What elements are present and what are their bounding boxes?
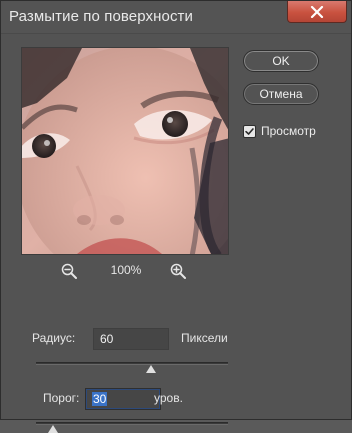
preview-pane[interactable] — [21, 47, 229, 255]
threshold-value: 30 — [92, 392, 108, 406]
titlebar: Размытие по поверхности — [1, 1, 351, 34]
preview-face-image — [22, 48, 228, 254]
preview-label: Просмотр — [261, 124, 316, 138]
close-button[interactable] — [287, 1, 347, 23]
radius-label: Радиус: — [32, 331, 76, 345]
zoom-out-icon[interactable] — [61, 263, 77, 279]
radius-slider[interactable] — [36, 359, 228, 373]
preview-checkbox[interactable]: Просмотр — [243, 123, 343, 141]
threshold-input[interactable]: 30 — [85, 388, 161, 410]
ok-button[interactable]: OK — [243, 50, 319, 72]
slider-track — [36, 422, 228, 425]
radius-input[interactable]: 60 — [93, 328, 169, 350]
radius-value: 60 — [100, 332, 114, 346]
slider-track — [36, 362, 228, 365]
slider-thumb[interactable] — [48, 425, 59, 433]
check-icon — [245, 128, 254, 135]
zoom-in-icon[interactable] — [170, 263, 186, 279]
surface-blur-dialog: Размытие по поверхности 100% OK Отмена П… — [0, 0, 352, 433]
dialog-content: 100% OK Отмена Просмотр Радиус: 60 Пиксе… — [9, 35, 343, 433]
close-icon — [310, 5, 324, 18]
window-title: Размытие по поверхности — [9, 8, 193, 25]
threshold-unit: уров. — [154, 391, 183, 405]
threshold-slider[interactable] — [36, 419, 228, 433]
checkbox[interactable] — [243, 125, 256, 138]
threshold-label: Порог: — [43, 391, 80, 405]
zoom-percent: 100% — [110, 263, 142, 277]
radius-unit: Пиксели — [181, 331, 228, 345]
cancel-button[interactable]: Отмена — [243, 83, 319, 105]
slider-thumb[interactable] — [146, 365, 157, 373]
zoom-controls: 100% — [21, 259, 229, 281]
